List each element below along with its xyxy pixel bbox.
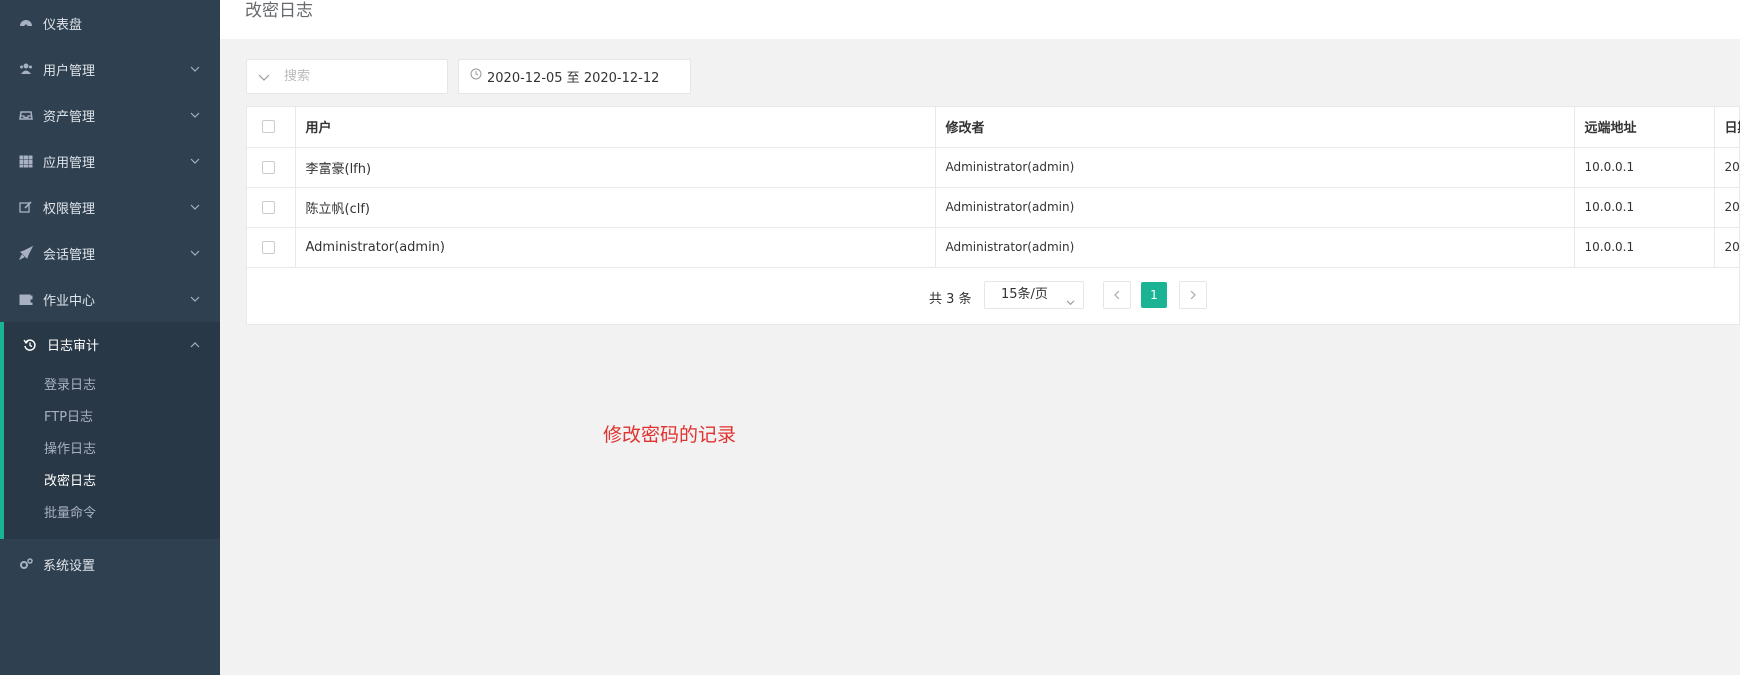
nav-item-settings[interactable]: 系统设置 (0, 539, 220, 589)
nav-item-sessions[interactable]: 会话管理 (0, 230, 220, 276)
nav-item-permissions[interactable]: 权限管理 (0, 184, 220, 230)
select-all-checkbox[interactable] (262, 120, 275, 134)
cell-remote-address: 10.0.0.1 (1574, 187, 1715, 228)
cell-date: 20 (1714, 227, 1740, 268)
sub-item-login-log[interactable]: 登录日志 (4, 367, 220, 399)
row-select-cell (247, 227, 296, 268)
history-icon (23, 338, 37, 352)
table-header-row: 用户 修改者 远端地址 日期 (247, 107, 1740, 148)
annotation-text: 修改密码的记录 (603, 424, 737, 446)
sub-item-ftp-log[interactable]: FTP日志 (4, 399, 220, 431)
chevron-down-icon (190, 63, 200, 73)
search-select[interactable] (246, 59, 448, 94)
nav-item-label: 作业中心 (43, 293, 96, 309)
chevron-down-icon (190, 201, 200, 211)
nav-item-log-audit[interactable]: 日志审计 (4, 322, 220, 367)
chevron-right-icon (1190, 291, 1196, 299)
submenu: 登录日志 FTP日志 操作日志 改密日志 批量命令 (4, 367, 220, 539)
nav-item-label: 日志审计 (47, 339, 100, 354)
search-input[interactable] (284, 69, 424, 84)
chevron-down-icon (190, 247, 200, 257)
nav-item-label: 权限管理 (43, 201, 96, 217)
column-header-user[interactable]: 用户 (295, 107, 936, 148)
cell-date: 20 (1714, 147, 1740, 188)
log-table-panel: 用户 修改者 远端地址 日期 李富豪(lfh) Administrator(ad… (246, 106, 1740, 325)
cell-remote-address: 10.0.0.1 (1574, 227, 1715, 268)
column-header-modifier[interactable]: 修改者 (935, 107, 1575, 148)
nav-item-label: 资产管理 (43, 109, 96, 125)
date-range-picker[interactable]: 2020-12-05 至 2020-12-12 (458, 59, 691, 94)
pagination: 共 3 条 15条/页 1 (247, 281, 1740, 311)
chevron-down-icon (190, 109, 200, 119)
nav-group-log-audit: 日志审计 登录日志 FTP日志 操作日志 改密日志 批量命令 (0, 322, 220, 539)
users-icon (19, 62, 33, 76)
cell-date: 20 (1714, 187, 1740, 228)
cogs-icon (19, 557, 33, 571)
chevron-down-icon (1066, 291, 1075, 306)
dashboard-icon (19, 16, 33, 30)
cell-modifier: Administrator(admin) (935, 147, 1575, 188)
nav-item-label: 仪表盘 (43, 17, 83, 33)
nav-item-users[interactable]: 用户管理 (0, 46, 220, 92)
column-header-remote-address[interactable]: 远端地址 (1574, 107, 1715, 148)
edit-icon (19, 200, 33, 214)
chevron-down-icon (258, 71, 270, 83)
table-row: 李富豪(lfh) Administrator(admin) 10.0.0.1 2… (247, 147, 1740, 188)
date-range-value: 2020-12-05 至 2020-12-12 (487, 71, 660, 86)
nav-item-label: 会话管理 (43, 247, 96, 263)
clock-icon (470, 68, 482, 80)
rocket-icon (19, 246, 33, 260)
inbox-icon (19, 108, 33, 122)
pagination-total: 共 3 条 (929, 292, 972, 307)
row-checkbox[interactable] (262, 240, 275, 254)
sidebar: 仪表盘 用户管理 资产管理 应用管理 权限管理 会话管理 作业中心 日志审计 登… (0, 0, 220, 675)
page-button-current[interactable]: 1 (1141, 282, 1167, 308)
coffee-icon (19, 292, 33, 306)
nav-item-label: 用户管理 (43, 63, 96, 79)
grid-icon (19, 154, 33, 168)
cell-user: Administrator(admin) (295, 227, 936, 268)
page-title: 改密日志 (245, 1, 313, 21)
page-size-select[interactable]: 15条/页 (984, 281, 1084, 309)
nav-item-dashboard[interactable]: 仪表盘 (0, 0, 220, 46)
log-table: 用户 修改者 远端地址 日期 李富豪(lfh) Administrator(ad… (247, 107, 1740, 268)
chevron-down-icon (190, 155, 200, 165)
row-select-cell (247, 187, 296, 228)
column-header-date[interactable]: 日期 (1714, 107, 1740, 148)
select-all-cell (247, 107, 296, 148)
page-header: 改密日志 (220, 0, 1740, 39)
next-page-button[interactable] (1179, 281, 1207, 309)
cell-modifier: Administrator(admin) (935, 227, 1575, 268)
chevron-up-icon (190, 339, 200, 349)
chevron-down-icon (190, 293, 200, 303)
nav-item-label: 应用管理 (43, 155, 96, 171)
cell-modifier: Administrator(admin) (935, 187, 1575, 228)
nav-item-assets[interactable]: 资产管理 (0, 92, 220, 138)
row-select-cell (247, 147, 296, 188)
cell-user: 李富豪(lfh) (295, 147, 936, 188)
table-row: Administrator(admin) Administrator(admin… (247, 227, 1740, 268)
prev-page-button[interactable] (1103, 281, 1131, 309)
sub-item-operation-log[interactable]: 操作日志 (4, 431, 220, 463)
row-checkbox[interactable] (262, 160, 275, 174)
page-size-value: 15条/页 (1001, 287, 1048, 302)
nav-item-applications[interactable]: 应用管理 (0, 138, 220, 184)
table-row: 陈立帆(clf) Administrator(admin) 10.0.0.1 2… (247, 187, 1740, 228)
nav-item-label: 系统设置 (43, 558, 96, 574)
cell-user: 陈立帆(clf) (295, 187, 936, 228)
sub-item-batch-command[interactable]: 批量命令 (4, 495, 220, 527)
nav-item-jobs[interactable]: 作业中心 (0, 276, 220, 322)
chevron-left-icon (1114, 291, 1120, 299)
sub-item-password-change-log[interactable]: 改密日志 (4, 463, 220, 495)
cell-remote-address: 10.0.0.1 (1574, 147, 1715, 188)
row-checkbox[interactable] (262, 200, 275, 214)
